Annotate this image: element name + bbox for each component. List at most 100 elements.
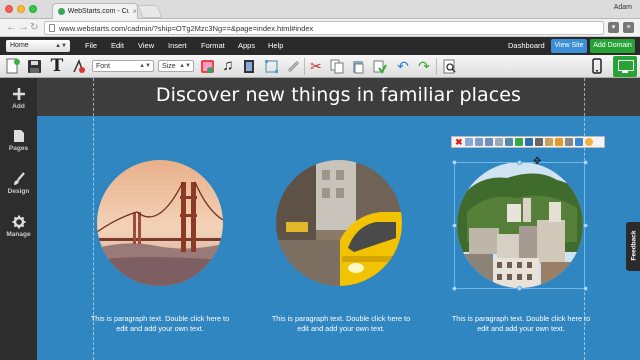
new-page-icon[interactable] [5,58,21,74]
paste-icon[interactable] [350,58,366,74]
lock-icon[interactable] [545,138,553,146]
crop-icon[interactable] [525,138,533,146]
toolbar-divider [304,58,305,75]
window-zoom-button[interactable] [29,5,37,13]
video-icon[interactable] [241,58,257,74]
align-center-icon[interactable] [475,138,483,146]
sidebar-item-label: Add [12,103,25,110]
palette-icon[interactable] [585,138,593,146]
bridge-image[interactable] [97,160,223,286]
profile-name[interactable]: Adam [614,4,632,11]
window-minimize-button[interactable] [17,5,25,13]
insert-image-icon[interactable] [199,58,215,74]
feedback-label: Feedback [630,230,638,261]
sidebar-item-label: Design [7,188,30,195]
window-close-button[interactable] [5,5,13,13]
text-icon[interactable]: T [49,58,65,75]
menu-apps[interactable]: Apps [238,41,255,50]
taxi-image[interactable] [276,160,402,286]
resize-handle[interactable] [583,286,588,291]
mobile-view-icon[interactable] [589,58,605,74]
paste-special-icon[interactable] [371,58,387,74]
resize-handle[interactable] [583,160,588,165]
left-sidebar: Add Pages Design Manage [0,78,37,360]
align-left-icon[interactable] [465,138,473,146]
preview-icon[interactable] [441,58,457,74]
menu-format[interactable]: Format [201,41,225,50]
brush-icon [13,172,25,185]
new-tab-button[interactable] [137,5,163,18]
chevron-down-icon: ▲▼ [55,43,67,49]
shape-icon[interactable] [263,58,279,74]
layer-up-icon[interactable] [495,138,503,146]
paragraph-text[interactable]: This is paragraph text. Double click her… [90,314,230,334]
resize-handle[interactable] [452,160,457,165]
gear-icon [12,215,25,229]
sidebar-item-design[interactable]: Design [0,172,37,195]
editor-menubar: Home ▲▼ File Edit View Insert Format App… [0,37,640,55]
menu-icon[interactable]: ≡ [623,22,634,33]
browser-tab[interactable]: WebStarts.com - Custom Web × [52,3,138,19]
address-bar[interactable]: www.webstarts.com/cadmin/?ship=OTg2Mzc3N… [44,21,604,35]
plus-icon [12,88,25,100]
view-site-button[interactable]: View Site [551,39,587,53]
selection-frame[interactable] [454,162,585,289]
browser-tab-strip: WebStarts.com - Custom Web × Adam [0,0,640,19]
dashboard-link[interactable]: Dashboard [508,41,545,50]
delete-icon[interactable]: ✖ [455,138,463,147]
save-icon[interactable] [26,58,42,74]
page-icon [49,24,55,32]
menu-file[interactable]: File [85,41,97,50]
page-canvas[interactable]: Discover new things in familiar places T… [37,78,640,360]
undo-icon[interactable]: ↶ [395,58,411,74]
settings-icon[interactable] [565,138,573,146]
link-icon[interactable] [535,138,543,146]
music-icon[interactable]: ♫ [220,58,236,74]
resize-handle[interactable] [517,160,522,165]
effects-icon[interactable] [555,138,563,146]
url-text: www.webstarts.com/cadmin/?ship=OTg2Mzc3N… [59,23,314,33]
resize-handle[interactable] [583,223,588,228]
menu-help[interactable]: Help [268,41,283,50]
menu-edit[interactable]: Edit [111,41,124,50]
extension-icons: ▾ ≡ [608,22,634,33]
align-right-icon[interactable] [485,138,493,146]
reload-icon[interactable]: ↻ [30,21,38,34]
header-band[interactable]: Discover new things in familiar places [37,78,640,116]
add-domain-button[interactable]: Add Domain [590,39,635,53]
menu-insert[interactable]: Insert [168,41,187,50]
resize-handle[interactable] [452,286,457,291]
format-painter-icon[interactable] [70,58,86,74]
menu-view[interactable]: View [138,41,154,50]
resize-handle[interactable] [517,286,522,291]
forward-arrow-icon[interactable]: → [18,21,29,34]
font-select[interactable]: Font ▲▼ [92,60,154,72]
size-select[interactable]: Size ▲▼ [158,60,194,72]
resize-handle[interactable] [452,223,457,228]
redo-icon[interactable]: ↷ [416,58,432,74]
font-select-value: Font [96,63,111,70]
page-headline[interactable]: Discover new things in familiar places [37,84,640,106]
image-edit-icon[interactable] [515,138,523,146]
link-icon[interactable] [285,58,301,74]
tab-close-icon[interactable]: × [132,7,137,16]
layer-down-icon[interactable] [505,138,513,146]
sidebar-item-pages[interactable]: Pages [0,129,37,152]
editor-toolbar: T Font ▲▼ Size ▲▼ ♫ ✂ ↶ ↷ [0,55,640,78]
paragraph-text[interactable]: This is paragraph text. Double click her… [451,314,591,334]
extension-icon[interactable]: ▾ [608,22,619,33]
expand-icon[interactable] [575,138,583,146]
back-arrow-icon[interactable]: ← [6,21,17,34]
browser-toolbar: ← → ↻ www.webstarts.com/cadmin/?ship=OTg… [0,19,640,37]
feedback-tab[interactable]: Feedback [626,222,640,271]
sidebar-item-manage[interactable]: Manage [0,215,37,238]
sidebar-item-add[interactable]: Add [0,87,37,110]
desktop-view-icon[interactable] [613,56,637,77]
element-tool-palette: ✖ [451,136,605,148]
paragraph-text[interactable]: This is paragraph text. Double click her… [271,314,411,334]
copy-icon[interactable] [329,58,345,74]
page-select[interactable]: Home ▲▼ [6,40,70,52]
chevron-down-icon: ▲▼ [139,63,151,69]
cut-icon[interactable]: ✂ [308,58,324,74]
move-cursor-icon: ✥ [533,156,542,167]
